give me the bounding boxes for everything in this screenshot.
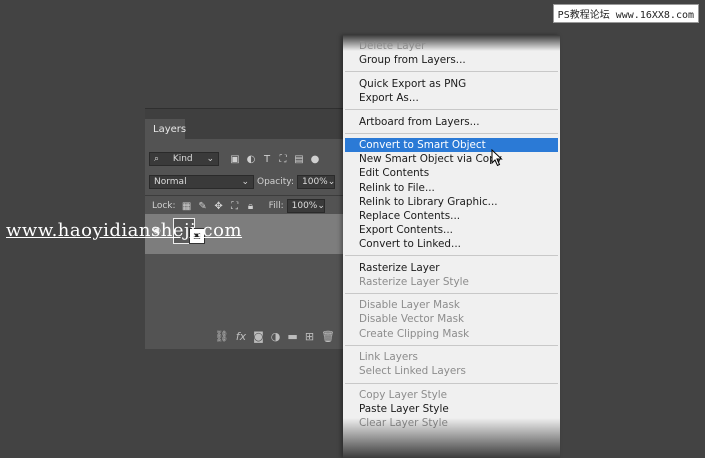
menu-item: Rasterize Layer Style — [359, 275, 469, 288]
menu-item[interactable]: Convert to Linked... — [343, 237, 560, 251]
menu-items: Delete Layer Group from Layers... Quick Ex… — [343, 39, 560, 430]
menu-item[interactable]: Convert to Smart Object — [345, 138, 558, 153]
panel-bottom-bar: ⛓ fx ◙ ◑ ▬ ⊞ 🗑︎ — [145, 323, 345, 349]
menu-separator — [345, 293, 558, 295]
menu-item[interactable]: Export Contents... — [343, 223, 560, 237]
new-layer-icon[interactable]: ⊞ — [305, 330, 314, 343]
menu-separator — [345, 71, 558, 73]
lock-position-icon[interactable]: ✥ — [211, 201, 227, 212]
shape-filter-icon[interactable]: ⛶ — [275, 154, 291, 165]
menu-item: Delete Layer — [359, 40, 426, 52]
adjustment-layer-icon[interactable]: ◑ — [271, 330, 281, 343]
link-layers-icon[interactable]: ⛓ — [215, 330, 229, 343]
menu-separator — [345, 255, 558, 257]
menu-separator — [345, 382, 558, 384]
menu-item[interactable]: Replace Contents... — [343, 209, 560, 223]
blend-row: Normal ⌄ Opacity: 100% ⌄ — [149, 175, 341, 189]
opacity-value: 100% — [302, 177, 328, 187]
new-group-icon[interactable]: ▬ — [287, 330, 297, 343]
menu-item: Select Linked Layers — [359, 365, 466, 378]
pixel-filter-icon[interactable]: ▣ — [227, 154, 243, 165]
smart-object-filter-icon[interactable]: ▤ — [291, 154, 307, 165]
trash-icon[interactable]: 🗑︎ — [321, 330, 335, 343]
lock-artboard-icon[interactable]: ⛶ — [227, 201, 243, 212]
menu-item: Create Clipping Mask — [359, 327, 470, 340]
menu-item[interactable]: New Smart Object via Copy — [343, 152, 560, 166]
menu-item[interactable]: Relink to File... — [343, 181, 560, 195]
menu-separator — [345, 344, 558, 346]
menu-item[interactable]: Artboard from Layers... — [343, 115, 560, 129]
search-icon: ⌕ — [154, 154, 160, 164]
filter-kind-label: Kind — [172, 154, 193, 164]
watermark-top-right: PS教程论坛 www.16XX8.com — [552, 4, 699, 23]
menu-item[interactable]: Rasterize Layer — [343, 261, 560, 275]
add-mask-icon[interactable]: ◙ — [253, 330, 264, 343]
blend-mode-dropdown[interactable]: Normal ⌄ — [149, 175, 254, 189]
lock-pixels-icon[interactable]: ✎ — [195, 201, 211, 212]
fill-field[interactable]: 100% ⌄ — [286, 199, 325, 213]
filter-kind-dropdown[interactable]: ⌕ Kind ⌄ — [149, 152, 219, 166]
menu-item[interactable]: Export As... — [343, 91, 560, 105]
lock-label: Lock: — [152, 201, 176, 211]
menu-bottom-fade — [343, 418, 560, 458]
type-filter-icon[interactable]: T — [259, 154, 275, 165]
lock-all-icon[interactable]: 🔒︎ — [243, 201, 259, 212]
menu-separator — [345, 132, 558, 134]
fx-icon[interactable]: fx — [236, 330, 246, 343]
menu-item: Disable Vector Mask — [359, 313, 465, 326]
opacity-field[interactable]: 100% ⌄ — [297, 175, 335, 189]
chevron-down-icon: ⌄ — [206, 154, 214, 164]
tab-layers[interactable]: Layers — [145, 119, 186, 139]
menu-item[interactable]: Quick Export as PNG — [343, 77, 560, 91]
chevron-down-icon: ⌄ — [317, 201, 325, 211]
divider — [145, 195, 345, 196]
blend-mode-label: Normal — [154, 177, 187, 187]
menu-item[interactable]: Paste Layer Style — [343, 402, 560, 416]
adjustment-filter-icon[interactable]: ◐ — [243, 154, 259, 165]
menu-separator — [345, 109, 558, 111]
chevron-down-icon: ⌄ — [241, 177, 249, 187]
opacity-label: Opacity: — [257, 177, 294, 187]
panel-tab-bar: Layers — [145, 109, 345, 139]
layer-context-menu: Delete Layer Group from Layers... Quick Ex… — [343, 35, 560, 458]
lock-transparent-icon[interactable]: ▦ — [179, 201, 195, 212]
menu-item[interactable]: Edit Contents — [343, 166, 560, 180]
menu-item[interactable]: Relink to Library Graphic... — [343, 195, 560, 209]
mouse-cursor-icon — [491, 149, 503, 167]
watermark-center: www.haoyidiansheji.com — [6, 220, 243, 241]
chevron-down-icon: ⌄ — [327, 177, 336, 187]
menu-item: Disable Layer Mask — [359, 299, 460, 312]
fill-value: 100% — [291, 201, 318, 211]
menu-item: Copy Layer Style — [359, 389, 448, 402]
fill-label: Fill: — [268, 201, 284, 211]
menu-item: Link Layers — [359, 351, 418, 364]
lock-row: Lock: ▦ ✎ ✥ ⛶ 🔒︎ Fill: 100% ⌄ — [149, 199, 341, 213]
menu-item[interactable]: Group from Layers... — [343, 53, 560, 67]
filter-row: ⌕ Kind ⌄ ▣ ◐ T ⛶ ▤ ● — [149, 152, 341, 166]
filter-toggle-icon[interactable]: ● — [307, 154, 323, 165]
